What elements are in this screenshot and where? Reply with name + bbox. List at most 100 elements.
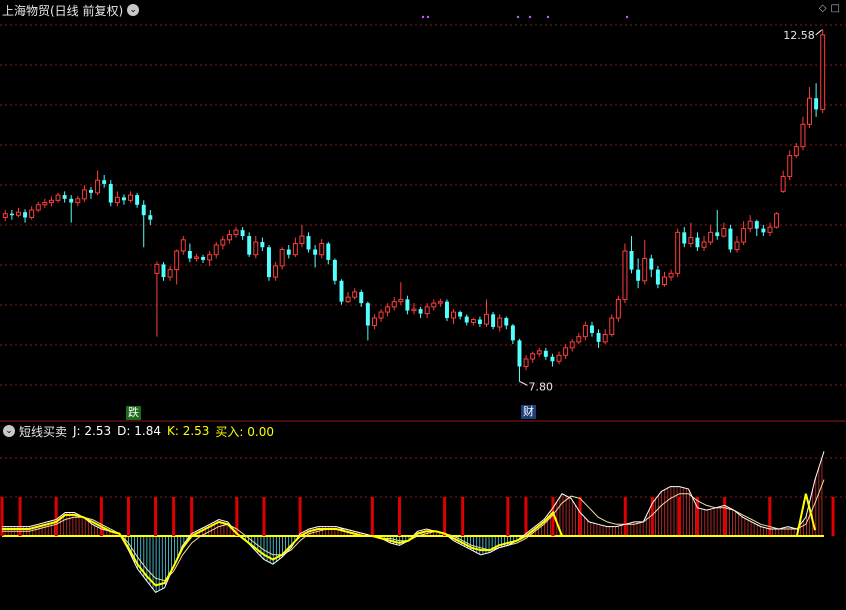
candle-body xyxy=(108,183,113,203)
signal-bar xyxy=(506,497,510,536)
candle-body xyxy=(615,298,621,319)
candle-body xyxy=(556,354,562,362)
signal-bar xyxy=(768,497,772,536)
candle-body xyxy=(491,314,496,327)
candle-body xyxy=(114,196,120,204)
candle-body xyxy=(800,123,806,148)
candle-body xyxy=(75,198,81,204)
candle-body xyxy=(622,250,628,300)
drop-tag[interactable]: 跌 xyxy=(126,406,141,420)
candle-body xyxy=(642,257,648,282)
top-right-controls: ◇ □ xyxy=(819,3,840,14)
candle-body xyxy=(793,146,799,157)
candle-body xyxy=(121,197,126,201)
candle-body xyxy=(596,332,601,342)
candle-body xyxy=(352,291,358,298)
chevron-down-icon[interactable]: ⌄ xyxy=(3,425,15,437)
candle-body xyxy=(193,256,199,259)
indicator-name[interactable]: 短线买卖 xyxy=(19,423,67,440)
candle-body xyxy=(339,280,344,302)
candle-body xyxy=(247,236,252,255)
candle-body xyxy=(180,239,186,252)
candle-body xyxy=(16,211,21,216)
signal-bar xyxy=(54,497,58,536)
signal-bar xyxy=(99,497,103,536)
candle-body xyxy=(464,316,469,323)
candle-body xyxy=(365,303,370,326)
candle-body xyxy=(2,213,8,218)
indicator-grid xyxy=(0,457,846,498)
candle-body xyxy=(161,264,166,278)
candle-body xyxy=(590,325,594,333)
candle-body xyxy=(220,239,226,246)
candle-body xyxy=(780,175,786,192)
candle-body xyxy=(510,325,515,341)
candle-body xyxy=(444,301,449,319)
candle-body xyxy=(814,98,819,110)
signal-bar xyxy=(831,497,835,536)
stock-chart[interactable]: 12.58 7.80 xyxy=(0,0,846,610)
candle-body xyxy=(543,350,548,357)
event-dot xyxy=(625,15,629,19)
candle-body xyxy=(662,276,667,286)
candle-body xyxy=(741,228,747,243)
signal-bar xyxy=(0,497,4,536)
event-dot xyxy=(546,15,550,19)
candle-body xyxy=(9,213,14,216)
candle-body xyxy=(569,341,575,349)
candle-body xyxy=(345,296,351,303)
candle-body xyxy=(48,199,54,204)
signal-bar xyxy=(172,497,176,536)
price-grid xyxy=(0,24,846,386)
square-icon[interactable]: □ xyxy=(831,3,840,14)
candle-body xyxy=(233,229,239,236)
chevron-down-icon[interactable]: ⌄ xyxy=(127,4,140,16)
candle-body xyxy=(332,259,337,281)
candlestick-series xyxy=(2,28,826,382)
candle-body xyxy=(576,336,582,343)
candle-body xyxy=(102,180,107,184)
candle-body xyxy=(695,237,700,248)
signal-bar xyxy=(18,497,22,536)
event-dot xyxy=(516,15,520,19)
candle-body xyxy=(708,231,714,243)
candle-body xyxy=(135,195,140,205)
candle-body xyxy=(23,212,28,218)
event-dot xyxy=(421,15,425,19)
candle-body xyxy=(226,234,232,241)
indicator-series xyxy=(0,451,835,594)
signal-bar xyxy=(262,497,266,536)
candle-body xyxy=(754,221,759,229)
indicator-j-value: J: 2.53 xyxy=(73,424,112,438)
candle-body xyxy=(62,195,67,199)
signal-bar xyxy=(696,497,700,536)
stock-title[interactable]: 上海物贸(日线 前复权) xyxy=(0,2,123,19)
candle-body xyxy=(398,298,404,303)
signal-bar xyxy=(154,497,158,536)
finance-tag[interactable]: 财 xyxy=(521,405,536,419)
candle-body xyxy=(550,356,555,362)
candle-body xyxy=(774,213,780,228)
candle-body xyxy=(649,258,654,270)
candle-body xyxy=(213,244,219,256)
candle-body xyxy=(128,194,134,201)
diamond-icon[interactable]: ◇ xyxy=(819,3,827,14)
candle-body xyxy=(279,248,285,267)
candle-body xyxy=(29,209,35,218)
candle-body xyxy=(807,97,812,125)
candle-body xyxy=(787,155,793,177)
candle-body xyxy=(536,350,542,355)
candle-body xyxy=(371,317,377,326)
candle-body xyxy=(470,319,476,324)
candle-body xyxy=(728,228,733,250)
candle-body xyxy=(458,312,463,317)
candle-body xyxy=(424,306,430,315)
signal-bar xyxy=(578,497,582,536)
candle-body xyxy=(326,243,331,260)
signal-bar xyxy=(397,497,401,536)
signal-bar xyxy=(623,497,627,536)
candle-body xyxy=(55,194,61,201)
candle-body xyxy=(517,340,522,367)
candle-body xyxy=(747,220,753,230)
candle-body xyxy=(431,302,437,308)
